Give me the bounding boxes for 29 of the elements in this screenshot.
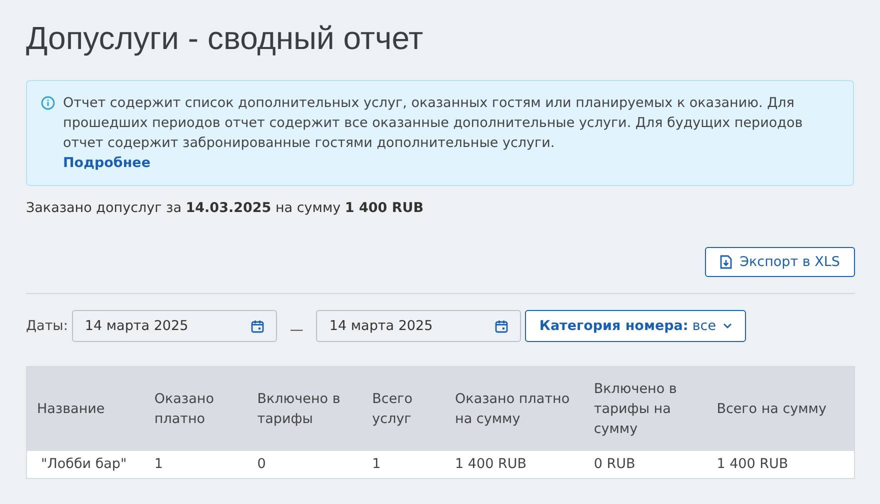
table-cell: 0 RUB: [594, 456, 636, 472]
table-cell: 1 400 RUB: [716, 456, 788, 472]
summary-text: Заказано допуслуг за 14.03.2025 на сумму 1 400 RUB: [26, 199, 424, 218]
info-icon: [41, 96, 55, 110]
column-header: Включено в тарифы на сумму: [594, 380, 677, 437]
table-cell: 1: [154, 456, 163, 472]
table-cell: "Лобби бар": [41, 456, 127, 472]
chevron-down-icon: [723, 323, 732, 329]
date-to-field[interactable]: 14 марта 2025: [316, 310, 522, 342]
file-download-icon: [720, 255, 732, 269]
export-button[interactable]: Экспорт в XLS: [704, 247, 855, 277]
date-from-field[interactable]: 14 марта 2025: [72, 310, 277, 342]
column-header: Всего на сумму: [716, 400, 826, 417]
column-header: Название: [37, 400, 105, 417]
column-header: Включено в тарифы: [257, 390, 340, 427]
page-title: Допуслуги - сводный отчет: [26, 19, 424, 58]
table-cell: 1: [372, 456, 381, 472]
calendar-icon: [495, 320, 508, 332]
column-header: Оказано платно: [154, 390, 214, 427]
dates-label: Даты:: [26, 316, 68, 336]
column-header: Всего услуг: [372, 390, 412, 427]
calendar-icon: [250, 320, 264, 332]
more-link[interactable]: Подробнее: [63, 153, 150, 173]
table-cell: 1 400 RUB: [455, 456, 527, 472]
column-header: Оказано платно на сумму: [455, 390, 570, 427]
info-text: Отчет содержит список дополнительных услуг, оказанных гостям или планируемых к оказанию. Для прошедших периодов отчет содержит все оказанные дополнительные услуги. Для будущих периодов отчет содержит забронированные гостями дополнительные услуги.: [63, 94, 804, 153]
table-cell: 0: [257, 456, 266, 472]
range-dash: —: [290, 320, 304, 340]
category-dropdown[interactable]: Категория номера: все: [525, 310, 746, 342]
